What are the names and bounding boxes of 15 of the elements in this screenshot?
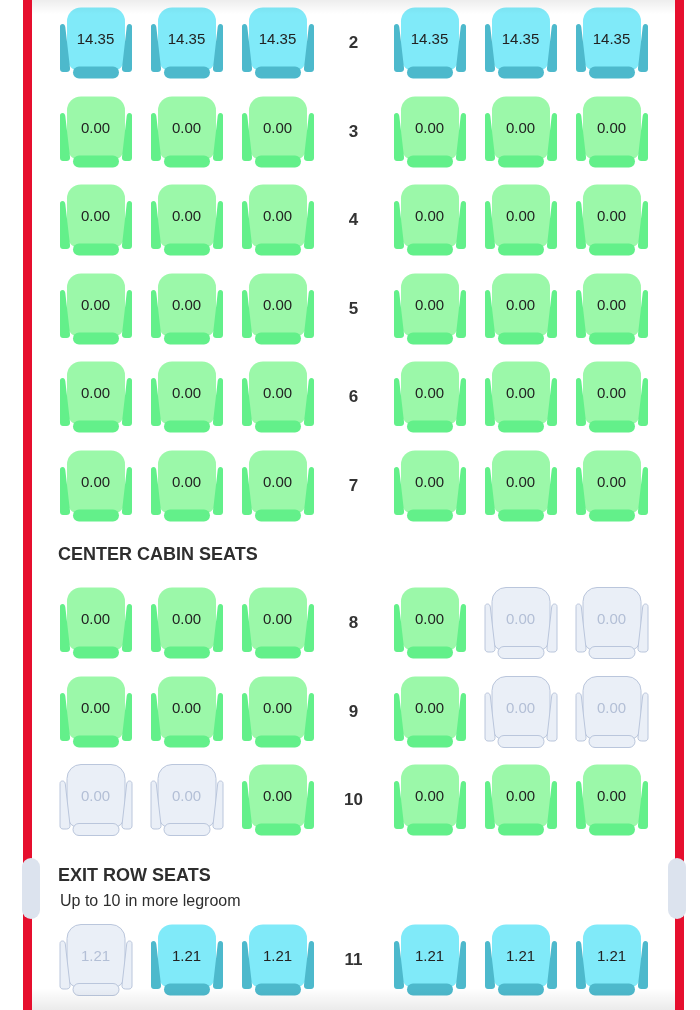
section-heading: CENTER CABIN SEATS bbox=[58, 543, 258, 565]
exit-door-marker bbox=[668, 857, 686, 919]
row-number: 2 bbox=[348, 33, 359, 53]
row-number: 3 bbox=[348, 121, 359, 142]
row-number: 10 bbox=[344, 790, 363, 810]
row-number: 8 bbox=[348, 613, 359, 633]
row-number: 4 bbox=[348, 210, 359, 230]
row-number: 7 bbox=[348, 475, 359, 496]
row-number: 5 bbox=[348, 298, 359, 319]
exit-door-marker bbox=[22, 857, 40, 919]
row-number: 11 bbox=[344, 950, 363, 970]
row-number: 6 bbox=[348, 387, 359, 407]
section-heading: EXIT ROW SEATS bbox=[58, 864, 211, 886]
section-subtitle: Up to 10 in more legroom bbox=[60, 891, 241, 911]
row-number: 9 bbox=[348, 701, 359, 722]
